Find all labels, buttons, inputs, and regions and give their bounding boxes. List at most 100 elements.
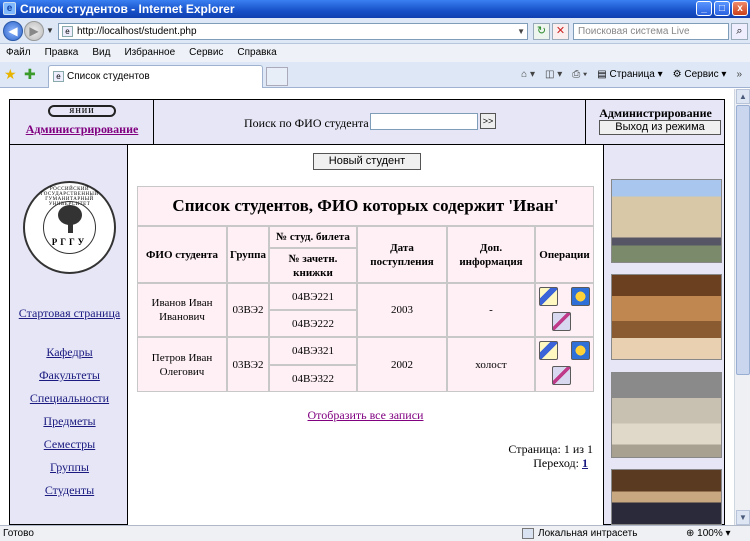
library-photo bbox=[611, 274, 722, 360]
info-icon[interactable] bbox=[571, 341, 590, 360]
new-student-button[interactable]: Новый студент bbox=[313, 153, 421, 170]
row2-ops bbox=[535, 337, 594, 392]
row1-book: 04ВЭ222 bbox=[269, 310, 357, 337]
col-header-date: Дата поступления bbox=[357, 226, 447, 283]
menu-bar: Файл Правка Вид Избранное Сервис Справка bbox=[0, 44, 750, 62]
goto-page-link[interactable]: 1 bbox=[582, 456, 588, 470]
row1-date: 2003 bbox=[357, 283, 447, 337]
chevron-down-icon[interactable]: ▼ bbox=[517, 24, 525, 39]
exit-mode-button[interactable]: Выход из режима bbox=[599, 120, 721, 135]
student-search-input[interactable] bbox=[370, 113, 478, 130]
maximize-button[interactable]: □ bbox=[714, 1, 730, 16]
tools-menu-label: Сервис bbox=[684, 69, 719, 80]
goto-pager: Переход: 1 bbox=[533, 456, 588, 471]
row1-info: - bbox=[447, 283, 535, 337]
zone-label: Локальная интрасеть bbox=[538, 528, 638, 539]
overflow-icon[interactable]: » bbox=[736, 67, 742, 83]
delete-icon[interactable] bbox=[552, 366, 571, 385]
intranet-icon bbox=[522, 528, 534, 539]
search-submit-button[interactable]: >> bbox=[480, 113, 496, 129]
delete-icon[interactable] bbox=[552, 312, 571, 331]
site-header: ЯНИИ Администрирование Поиск по ФИО студ… bbox=[9, 99, 725, 145]
row2-card: 04ВЭ321 bbox=[269, 337, 357, 365]
info-icon[interactable] bbox=[571, 287, 590, 306]
menu-tools[interactable]: Сервис bbox=[189, 44, 223, 62]
page-menu[interactable]: ▤ Страница ▾ bbox=[597, 67, 662, 83]
right-sidebar bbox=[603, 145, 725, 525]
goto-label: Переход: bbox=[533, 456, 579, 470]
print-icon[interactable]: ⎙ ▾ bbox=[572, 67, 587, 83]
add-favorites-icon[interactable]: ✚ bbox=[24, 66, 36, 83]
status-text: Готово bbox=[3, 528, 34, 539]
search-icon[interactable]: ⌕ bbox=[731, 23, 748, 40]
gear-icon: ⚙ bbox=[672, 69, 685, 80]
col-header-info: Доп. информация bbox=[447, 226, 535, 283]
nav-semesters[interactable]: Семестры bbox=[10, 437, 129, 452]
close-button[interactable]: x bbox=[732, 1, 748, 16]
scroll-up-icon[interactable]: ▲ bbox=[736, 89, 750, 104]
row2-book: 04ВЭ322 bbox=[269, 365, 357, 392]
row1-card: 04ВЭ221 bbox=[269, 283, 357, 310]
row2-name: Петров Иван Олегович bbox=[137, 337, 227, 392]
minimize-button[interactable]: _ bbox=[696, 1, 712, 16]
url-field[interactable]: e http://localhost/student.php ▼ bbox=[58, 23, 528, 40]
history-dropdown-icon[interactable]: ▼ bbox=[46, 26, 54, 35]
hall-photo bbox=[611, 372, 722, 458]
tools-menu[interactable]: ⚙ Сервис ▾ bbox=[673, 67, 727, 83]
tab-page-icon: e bbox=[53, 71, 64, 82]
tab-bar: ★ ✚ e Список студентов ⌂ ▾ ◫ ▾ ⎙ ▾ ▤ Стр… bbox=[0, 62, 750, 88]
forward-button[interactable]: ▶ bbox=[24, 21, 44, 41]
new-tab-button[interactable] bbox=[266, 67, 288, 86]
entrance-photo bbox=[611, 469, 722, 525]
back-button[interactable]: ◀ bbox=[3, 21, 23, 41]
edit-icon[interactable] bbox=[539, 341, 558, 360]
stop-button[interactable]: ✕ bbox=[552, 23, 569, 40]
favorites-star-icon[interactable]: ★ bbox=[4, 66, 17, 83]
ie-icon: e bbox=[3, 2, 16, 15]
feeds-icon[interactable]: ◫ ▾ bbox=[545, 67, 562, 83]
show-all-link[interactable]: Отобразить все записи bbox=[128, 408, 603, 423]
search-label: Поиск по ФИО студента bbox=[244, 116, 369, 130]
header-admin-cell: Администрирование Выход из режима bbox=[587, 100, 724, 144]
row2-group: 03ВЭ2 bbox=[227, 337, 269, 392]
col-header-group: Группа bbox=[227, 226, 269, 283]
row2-date: 2002 bbox=[357, 337, 447, 392]
nav-students[interactable]: Студенты bbox=[10, 483, 129, 498]
web-page: ЯНИИ Администрирование Поиск по ФИО студ… bbox=[9, 99, 734, 525]
zoom-value: 100% bbox=[697, 528, 723, 539]
page-info: Страница: 1 из 1 bbox=[508, 442, 593, 456]
col-header-ops: Операции bbox=[535, 226, 594, 283]
menu-favorites[interactable]: Избранное bbox=[124, 44, 175, 62]
col-header-name: ФИО студента bbox=[137, 226, 227, 283]
vertical-scrollbar[interactable]: ▲ ▼ bbox=[734, 89, 750, 525]
menu-help[interactable]: Справка bbox=[237, 44, 276, 62]
nav-subjects[interactable]: Предметы bbox=[10, 414, 129, 429]
home-icon[interactable]: ⌂ ▾ bbox=[521, 67, 535, 83]
nav-specialties[interactable]: Специальности bbox=[10, 391, 129, 406]
nav-faculties[interactable]: Факультеты bbox=[10, 368, 129, 383]
menu-view[interactable]: Вид bbox=[92, 44, 110, 62]
row1-ops bbox=[535, 283, 594, 337]
left-sidebar: РОССИЙСКИЙ ГОСУДАРСТВЕННЫЙ ГУМАНИТАРНЫЙ … bbox=[9, 145, 128, 525]
students-table: Список студентов, ФИО которых содержит '… bbox=[137, 186, 594, 392]
scroll-thumb[interactable] bbox=[736, 105, 750, 375]
col-header-card: № студ. билета bbox=[269, 226, 357, 248]
zoom-icon: ⊕ bbox=[686, 528, 698, 539]
scroll-down-icon[interactable]: ▼ bbox=[736, 510, 750, 525]
search-input[interactable]: Поисковая система Live bbox=[573, 23, 729, 40]
address-toolbar: ◀ ▶ ▼ e http://localhost/student.php ▼ ↻… bbox=[0, 18, 750, 44]
admin-link[interactable]: Администрирование bbox=[10, 122, 154, 137]
edit-icon[interactable] bbox=[539, 287, 558, 306]
main-content: Новый студент Список студентов, ФИО кото… bbox=[128, 145, 603, 525]
window-titlebar: e Список студентов - Internet Explorer _… bbox=[0, 0, 750, 18]
nav-home[interactable]: Стартовая страница bbox=[10, 306, 129, 321]
tab-students[interactable]: e Список студентов bbox=[48, 65, 263, 88]
nav-groups[interactable]: Группы bbox=[10, 460, 129, 475]
menu-edit[interactable]: Правка bbox=[45, 44, 79, 62]
nav-departments[interactable]: Кафедры bbox=[10, 345, 129, 360]
table-title: Список студентов, ФИО которых содержит '… bbox=[137, 186, 594, 226]
zoom-level[interactable]: ⊕ 100% ▾ bbox=[686, 526, 731, 541]
menu-file[interactable]: Файл bbox=[6, 44, 31, 62]
refresh-button[interactable]: ↻ bbox=[533, 23, 550, 40]
header-logo-cell: ЯНИИ Администрирование bbox=[10, 100, 154, 144]
